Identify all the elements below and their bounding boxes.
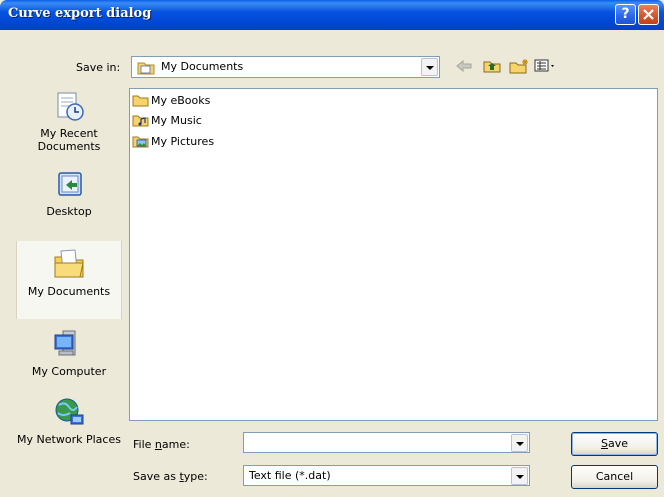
- new-folder-icon[interactable]: [508, 58, 530, 74]
- save-in-dropdown-arrow[interactable]: [421, 58, 438, 76]
- file-list[interactable]: My eBooks My Music My Pictures: [129, 88, 658, 421]
- file-name-field[interactable]: [243, 432, 530, 453]
- place-my-documents[interactable]: My Documents: [16, 241, 122, 319]
- save-as-type-dropdown[interactable]: Text file (*.dat): [243, 465, 530, 486]
- my-computer-icon: [54, 330, 76, 356]
- file-name: My Pictures: [151, 135, 215, 148]
- place-label: My Recent Documents: [37, 127, 101, 153]
- back-arrow-icon[interactable]: [454, 58, 474, 74]
- file-name: My eBooks: [151, 94, 211, 107]
- pictures-folder-icon: [132, 136, 149, 148]
- file-name-input[interactable]: [244, 433, 510, 452]
- file-name-dropdown-arrow[interactable]: [511, 434, 528, 452]
- place-label: My Network Places: [17, 433, 121, 446]
- save-as-type-dropdown-arrow[interactable]: [511, 467, 528, 485]
- save-as-type-value: Text file (*.dat): [249, 469, 331, 482]
- help-button[interactable]: ?: [615, 4, 636, 25]
- place-my-computer[interactable]: My Computer: [16, 327, 122, 399]
- network-places-icon: [55, 398, 84, 425]
- places-bar: My Recent Documents Desktop My Documents: [16, 85, 122, 485]
- my-documents-icon: [54, 249, 84, 278]
- place-my-recent-documents[interactable]: My Recent Documents: [16, 89, 122, 175]
- save-in-dropdown[interactable]: My Documents: [131, 56, 440, 78]
- place-label: Desktop: [46, 205, 92, 218]
- title-bar: Curve export dialog ?: [0, 0, 664, 30]
- views-menu-icon[interactable]: [534, 58, 558, 74]
- help-icon: ?: [621, 6, 630, 22]
- place-label: My Documents: [27, 285, 111, 298]
- cancel-button[interactable]: Cancel: [571, 465, 658, 489]
- close-button[interactable]: [638, 4, 659, 25]
- file-name: My Music: [151, 114, 202, 127]
- recent-documents-icon: [57, 92, 84, 121]
- file-name-label: File name:: [133, 438, 190, 451]
- up-folder-icon[interactable]: [482, 58, 502, 74]
- close-icon: [643, 9, 654, 20]
- place-desktop[interactable]: Desktop: [16, 169, 122, 239]
- desktop-icon: [58, 172, 82, 196]
- save-in-value: My Documents: [161, 60, 244, 73]
- window-title: Curve export dialog: [8, 6, 152, 21]
- place-my-network-places[interactable]: My Network Places: [16, 395, 122, 475]
- place-label: My Computer: [31, 365, 107, 378]
- save-as-type-label: Save as type:: [133, 470, 208, 483]
- my-documents-icon: [137, 62, 155, 75]
- folder-icon: [132, 95, 149, 107]
- save-in-label: Save in:: [76, 61, 121, 74]
- curve-export-dialog: Curve export dialog ? Save in: My Docume…: [0, 0, 664, 497]
- music-folder-icon: [132, 115, 149, 127]
- save-button[interactable]: Save: [571, 432, 658, 456]
